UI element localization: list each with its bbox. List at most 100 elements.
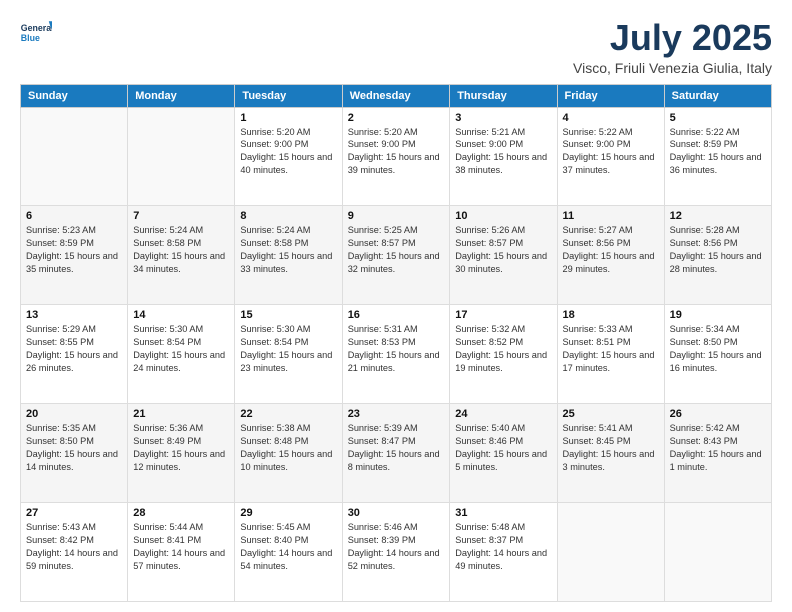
day-info: Sunrise: 5:26 AM Sunset: 8:57 PM Dayligh… <box>455 224 551 276</box>
day-info: Sunrise: 5:46 AM Sunset: 8:39 PM Dayligh… <box>348 521 445 573</box>
calendar-cell: 27 Sunrise: 5:43 AM Sunset: 8:42 PM Dayli… <box>21 503 128 602</box>
day-info: Sunrise: 5:41 AM Sunset: 8:45 PM Dayligh… <box>563 422 659 474</box>
calendar-cell: 5Sunrise: 5:22 AM Sunset: 8:59 PM Daylig… <box>664 107 771 206</box>
day-number: 17 <box>455 309 551 321</box>
svg-text:General: General <box>21 23 52 33</box>
calendar-cell <box>21 107 128 206</box>
svg-text:Blue: Blue <box>21 33 40 43</box>
calendar-cell <box>664 503 771 602</box>
calendar-cell: 2 Sunrise: 5:20 AM Sunset: 9:00 PM Daylig… <box>342 107 450 206</box>
calendar-cell: 4 Sunrise: 5:22 AM Sunset: 9:00 PM Daylig… <box>557 107 664 206</box>
day-info: Sunrise: 5:24 AM Sunset: 8:58 PM Dayligh… <box>240 224 336 276</box>
calendar-cell: 14Sunrise: 5:30 AM Sunset: 8:54 PM Dayli… <box>128 305 235 404</box>
day-number: 7 <box>133 210 229 222</box>
col-header-thursday: Thursday <box>450 84 557 107</box>
logo: General Blue <box>20 18 52 50</box>
day-info: Sunrise: 5:23 AM Sunset: 8:59 PM Dayligh… <box>26 224 122 276</box>
day-info: Sunrise: 5:22 AM Sunset: 9:00 PM Dayligh… <box>563 126 659 178</box>
day-number: 24 <box>455 408 551 420</box>
col-header-sunday: Sunday <box>21 84 128 107</box>
day-number: 19 <box>670 309 766 321</box>
col-header-tuesday: Tuesday <box>235 84 342 107</box>
calendar-cell: 9 Sunrise: 5:25 AM Sunset: 8:57 PM Daylig… <box>342 206 450 305</box>
day-info: Sunrise: 5:28 AM Sunset: 8:56 PM Dayligh… <box>670 224 766 276</box>
day-info: Sunrise: 5:20 AM Sunset: 9:00 PM Dayligh… <box>240 126 336 178</box>
calendar-cell: 19 Sunrise: 5:34 AM Sunset: 8:50 PM Dayli… <box>664 305 771 404</box>
day-info: Sunrise: 5:25 AM Sunset: 8:57 PM Dayligh… <box>348 224 445 276</box>
day-info: Sunrise: 5:40 AM Sunset: 8:46 PM Dayligh… <box>455 422 551 474</box>
calendar-cell: 7 Sunrise: 5:24 AM Sunset: 8:58 PM Daylig… <box>128 206 235 305</box>
day-info: Sunrise: 5:33 AM Sunset: 8:51 PM Dayligh… <box>563 323 659 375</box>
day-info: Sunrise: 5:44 AM Sunset: 8:41 PM Dayligh… <box>133 521 229 573</box>
day-number: 25 <box>563 408 659 420</box>
day-info: Sunrise: 5:21 AM Sunset: 9:00 PM Dayligh… <box>455 126 551 178</box>
day-number: 12 <box>670 210 766 222</box>
day-info: Sunrise: 5:34 AM Sunset: 8:50 PM Dayligh… <box>670 323 766 375</box>
calendar-cell: 12 Sunrise: 5:28 AM Sunset: 8:56 PM Dayli… <box>664 206 771 305</box>
calendar-cell: 20 Sunrise: 5:35 AM Sunset: 8:50 PM Dayli… <box>21 404 128 503</box>
day-number: 16 <box>348 309 445 321</box>
calendar-cell: 31 Sunrise: 5:48 AM Sunset: 8:37 PM Dayli… <box>450 503 557 602</box>
day-number: 6 <box>26 210 122 222</box>
day-number: 22 <box>240 408 336 420</box>
day-info: Sunrise: 5:32 AM Sunset: 8:52 PM Dayligh… <box>455 323 551 375</box>
day-info: Sunrise: 5:36 AM Sunset: 8:49 PM Dayligh… <box>133 422 229 474</box>
day-info: Sunrise: 5:48 AM Sunset: 8:37 PM Dayligh… <box>455 521 551 573</box>
calendar-cell: 26 Sunrise: 5:42 AM Sunset: 8:43 PM Dayli… <box>664 404 771 503</box>
calendar-cell: 16Sunrise: 5:31 AM Sunset: 8:53 PM Dayli… <box>342 305 450 404</box>
day-number: 14 <box>133 309 229 321</box>
col-header-saturday: Saturday <box>664 84 771 107</box>
calendar-cell: 13 Sunrise: 5:29 AM Sunset: 8:55 PM Dayli… <box>21 305 128 404</box>
day-number: 27 <box>26 507 122 519</box>
day-number: 30 <box>348 507 445 519</box>
day-info: Sunrise: 5:20 AM Sunset: 9:00 PM Dayligh… <box>348 126 445 178</box>
day-number: 5 <box>670 112 766 124</box>
col-header-friday: Friday <box>557 84 664 107</box>
calendar-cell: 21 Sunrise: 5:36 AM Sunset: 8:49 PM Dayli… <box>128 404 235 503</box>
day-info: Sunrise: 5:30 AM Sunset: 8:54 PM Dayligh… <box>240 323 336 375</box>
calendar-cell: 8 Sunrise: 5:24 AM Sunset: 8:58 PM Daylig… <box>235 206 342 305</box>
calendar-cell: 17 Sunrise: 5:32 AM Sunset: 8:52 PM Dayli… <box>450 305 557 404</box>
day-number: 15 <box>240 309 336 321</box>
day-number: 10 <box>455 210 551 222</box>
calendar-cell <box>557 503 664 602</box>
calendar-cell: 18 Sunrise: 5:33 AM Sunset: 8:51 PM Dayli… <box>557 305 664 404</box>
day-info: Sunrise: 5:29 AM Sunset: 8:55 PM Dayligh… <box>26 323 122 375</box>
calendar-cell <box>128 107 235 206</box>
day-info: Sunrise: 5:27 AM Sunset: 8:56 PM Dayligh… <box>563 224 659 276</box>
day-info: Sunrise: 5:35 AM Sunset: 8:50 PM Dayligh… <box>26 422 122 474</box>
calendar-cell: 10 Sunrise: 5:26 AM Sunset: 8:57 PM Dayli… <box>450 206 557 305</box>
day-number: 2 <box>348 112 445 124</box>
day-number: 18 <box>563 309 659 321</box>
day-number: 8 <box>240 210 336 222</box>
calendar-cell: 30 Sunrise: 5:46 AM Sunset: 8:39 PM Dayli… <box>342 503 450 602</box>
location: Visco, Friuli Venezia Giulia, Italy <box>573 60 772 76</box>
calendar-cell: 24 Sunrise: 5:40 AM Sunset: 8:46 PM Dayli… <box>450 404 557 503</box>
calendar-cell: 25 Sunrise: 5:41 AM Sunset: 8:45 PM Dayli… <box>557 404 664 503</box>
day-info: Sunrise: 5:45 AM Sunset: 8:40 PM Dayligh… <box>240 521 336 573</box>
day-number: 13 <box>26 309 122 321</box>
day-number: 9 <box>348 210 445 222</box>
calendar-cell: 3Sunrise: 5:21 AM Sunset: 9:00 PM Daylig… <box>450 107 557 206</box>
day-number: 4 <box>563 112 659 124</box>
col-header-wednesday: Wednesday <box>342 84 450 107</box>
calendar-cell: 28 Sunrise: 5:44 AM Sunset: 8:41 PM Dayli… <box>128 503 235 602</box>
day-number: 28 <box>133 507 229 519</box>
day-number: 21 <box>133 408 229 420</box>
calendar-cell: 1Sunrise: 5:20 AM Sunset: 9:00 PM Daylig… <box>235 107 342 206</box>
day-info: Sunrise: 5:42 AM Sunset: 8:43 PM Dayligh… <box>670 422 766 474</box>
calendar-cell: 22Sunrise: 5:38 AM Sunset: 8:48 PM Dayli… <box>235 404 342 503</box>
day-info: Sunrise: 5:43 AM Sunset: 8:42 PM Dayligh… <box>26 521 122 573</box>
title-block: July 2025 Visco, Friuli Venezia Giulia, … <box>573 18 772 76</box>
day-number: 20 <box>26 408 122 420</box>
calendar-cell: 6 Sunrise: 5:23 AM Sunset: 8:59 PM Daylig… <box>21 206 128 305</box>
calendar-cell: 11 Sunrise: 5:27 AM Sunset: 8:56 PM Dayli… <box>557 206 664 305</box>
day-info: Sunrise: 5:24 AM Sunset: 8:58 PM Dayligh… <box>133 224 229 276</box>
calendar: SundayMondayTuesdayWednesdayThursdayFrid… <box>20 84 772 602</box>
day-number: 11 <box>563 210 659 222</box>
day-number: 26 <box>670 408 766 420</box>
calendar-cell: 29 Sunrise: 5:45 AM Sunset: 8:40 PM Dayli… <box>235 503 342 602</box>
day-number: 31 <box>455 507 551 519</box>
calendar-cell: 23Sunrise: 5:39 AM Sunset: 8:47 PM Dayli… <box>342 404 450 503</box>
day-number: 29 <box>240 507 336 519</box>
